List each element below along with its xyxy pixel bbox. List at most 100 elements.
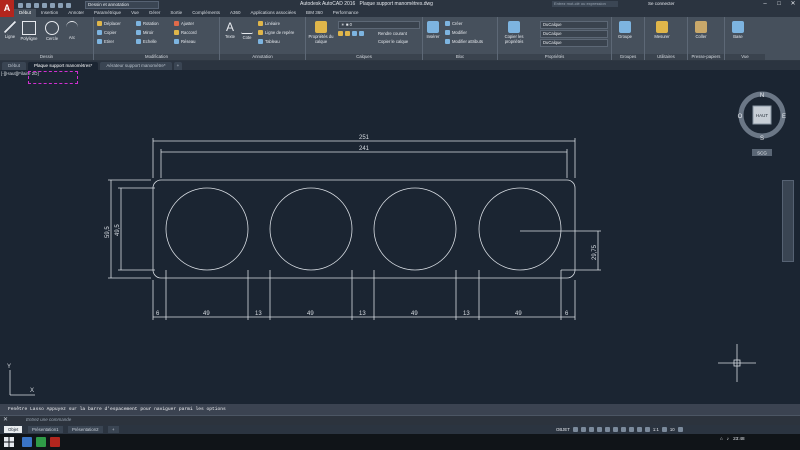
panel-title-bloc[interactable]: Bloc bbox=[423, 54, 497, 60]
ribbon-tab-7[interactable]: Compléments bbox=[187, 9, 225, 17]
hole-4[interactable] bbox=[478, 187, 562, 271]
circle-button[interactable]: Cercle bbox=[43, 21, 61, 41]
linear-dimension-button[interactable]: Linéaire bbox=[258, 21, 280, 26]
panel-title-groupes[interactable]: Groupes bbox=[612, 54, 644, 60]
open-file-icon[interactable] bbox=[26, 2, 31, 8]
stretch-button[interactable]: Etirer bbox=[97, 39, 114, 44]
table-button[interactable]: Tableau bbox=[258, 39, 280, 44]
print-icon[interactable] bbox=[50, 2, 55, 8]
clock[interactable]: 23:48 bbox=[733, 436, 745, 441]
ortho-icon[interactable] bbox=[588, 427, 594, 432]
compass-south[interactable]: S bbox=[760, 136, 764, 142]
network-icon[interactable]: ⌂ bbox=[720, 436, 723, 441]
insert-button[interactable]: Insérer bbox=[424, 21, 442, 39]
hole-3[interactable] bbox=[373, 187, 457, 271]
windows-start-icon[interactable] bbox=[4, 437, 14, 447]
layer-freeze-icon[interactable] bbox=[345, 31, 350, 36]
dim-text-seg-3[interactable]: 13 bbox=[255, 311, 262, 317]
ribbon-tab-6[interactable]: Sortie bbox=[165, 9, 187, 17]
trim-button[interactable]: Ajuster bbox=[174, 21, 194, 26]
text-button[interactable]: A Texte bbox=[221, 21, 239, 39]
navigation-bar[interactable] bbox=[782, 180, 794, 262]
compass-north[interactable]: N bbox=[760, 93, 764, 99]
taskbar-autocad-icon[interactable] bbox=[50, 437, 60, 447]
hole-2[interactable] bbox=[269, 187, 353, 271]
dim-text-height-outer[interactable]: 59,5 bbox=[105, 226, 111, 238]
dim-text-seg-5[interactable]: 13 bbox=[359, 311, 366, 317]
measure-button[interactable]: Mesurer bbox=[651, 21, 673, 39]
ribbon-tab-3[interactable]: Paramétrique bbox=[89, 9, 126, 17]
grid-icon[interactable] bbox=[572, 427, 578, 432]
hole-1[interactable] bbox=[165, 187, 249, 271]
compass-east[interactable]: E bbox=[782, 114, 786, 120]
ribbon-tab-1[interactable]: Insertion bbox=[36, 9, 63, 17]
add-layout-icon[interactable]: + bbox=[108, 426, 119, 433]
customize-icon[interactable] bbox=[677, 427, 683, 432]
polyline-button[interactable]: Polyligne bbox=[20, 21, 38, 41]
annotation-scale[interactable]: 1:1 bbox=[653, 427, 659, 432]
create-block-button[interactable]: Créer bbox=[445, 21, 462, 26]
dim-text-seg-9[interactable]: 6 bbox=[565, 311, 569, 317]
match-properties-button[interactable]: Copier les propriétés bbox=[500, 21, 528, 44]
lineweight-icon[interactable] bbox=[620, 427, 626, 432]
paste-button[interactable]: Coller bbox=[692, 21, 710, 39]
minimize-icon[interactable]: – bbox=[758, 0, 772, 8]
base-view-button[interactable]: Base bbox=[729, 21, 747, 39]
sign-in-button[interactable]: Se connecter bbox=[648, 1, 675, 6]
transparency-icon[interactable] bbox=[628, 427, 634, 432]
linetype-dropdown[interactable]: DuCalque bbox=[540, 30, 608, 38]
taskbar-chrome-icon[interactable] bbox=[36, 437, 46, 447]
dimension-button[interactable]: Cote bbox=[238, 21, 256, 40]
command-input[interactable]: Entrez une commande bbox=[26, 416, 596, 424]
undo-icon[interactable] bbox=[58, 2, 63, 8]
dim-text-seg-4[interactable]: 49 bbox=[307, 311, 314, 317]
document-tab-2[interactable]: Aérateur support manomètre* bbox=[100, 62, 172, 70]
panel-title-vue[interactable]: Vue bbox=[725, 54, 765, 60]
edit-block-button[interactable]: Modifier bbox=[445, 30, 467, 35]
dim-text-seg-1[interactable]: 6 bbox=[156, 311, 160, 317]
dim-text-seg-6[interactable]: 49 bbox=[411, 311, 418, 317]
dim-text-overall[interactable]: 251 bbox=[359, 135, 370, 141]
compass-west[interactable]: O bbox=[738, 114, 743, 120]
mirror-button[interactable]: Miroir bbox=[136, 30, 153, 35]
layer-off-icon[interactable] bbox=[338, 31, 343, 36]
osnap-icon[interactable] bbox=[604, 427, 610, 432]
panel-title-presse-papiers[interactable]: Presse-papiers bbox=[688, 54, 724, 60]
selection-cycling-icon[interactable] bbox=[636, 427, 642, 432]
ribbon-tab-0[interactable]: Début bbox=[14, 9, 37, 17]
layer-dropdown[interactable]: ☀ ■ 0 bbox=[338, 21, 420, 29]
arc-button[interactable]: Arc bbox=[63, 21, 81, 40]
viewcube[interactable]: HAUT N S E O SCG bbox=[735, 88, 789, 156]
ribbon-tab-2[interactable]: Annoter bbox=[63, 9, 89, 17]
document-tab-1[interactable]: Plaque support manomètres* bbox=[28, 62, 99, 70]
layout-tab-presentation1[interactable]: Présentation1 bbox=[28, 426, 63, 433]
volume-icon[interactable]: ♪ bbox=[727, 436, 729, 441]
autocad-logo-icon[interactable]: A bbox=[0, 0, 14, 17]
lineweight-dropdown[interactable]: DuCalque bbox=[540, 39, 608, 47]
layout-tab-presentation2[interactable]: Présentation2 bbox=[68, 426, 103, 433]
ribbon-tab-8[interactable]: A360 bbox=[225, 9, 246, 17]
panel-title-annotation[interactable]: Annotation bbox=[220, 54, 305, 60]
save-as-icon[interactable] bbox=[42, 2, 47, 8]
leader-button[interactable]: Ligne de repère bbox=[258, 30, 294, 35]
layout-tab-model[interactable]: Objet bbox=[4, 426, 23, 433]
dim-text-seg-7[interactable]: 13 bbox=[463, 311, 470, 317]
move-button[interactable]: Déplacer bbox=[97, 21, 121, 26]
make-current-button[interactable]: Rendre courant bbox=[378, 31, 407, 36]
dim-text-inner[interactable]: 241 bbox=[359, 146, 370, 152]
drawing-canvas[interactable]: 251 241 59,5 49,5 29,75 6 49 13 49 13 49… bbox=[0, 70, 800, 403]
document-tab-0[interactable]: Début bbox=[2, 62, 27, 70]
dim-text-height-inner[interactable]: 49,5 bbox=[115, 224, 121, 236]
save-icon[interactable] bbox=[34, 2, 39, 8]
panel-title-proprietes[interactable]: Propriétés bbox=[498, 54, 611, 60]
snap-icon[interactable] bbox=[580, 427, 586, 432]
command-close-icon[interactable]: ✕ bbox=[3, 416, 8, 423]
maximize-icon[interactable]: □ bbox=[772, 0, 786, 8]
ribbon-tab-10[interactable]: BIM 360 bbox=[301, 9, 328, 17]
plate-outline[interactable] bbox=[152, 179, 576, 279]
copy-layer-button[interactable]: Copier le calque bbox=[378, 39, 408, 44]
zoom-value[interactable]: 10 bbox=[670, 427, 675, 432]
model-space-button[interactable]: OBJET bbox=[556, 427, 570, 432]
line-button[interactable]: Ligne bbox=[1, 21, 19, 39]
ribbon-tab-4[interactable]: Vue bbox=[126, 9, 144, 17]
